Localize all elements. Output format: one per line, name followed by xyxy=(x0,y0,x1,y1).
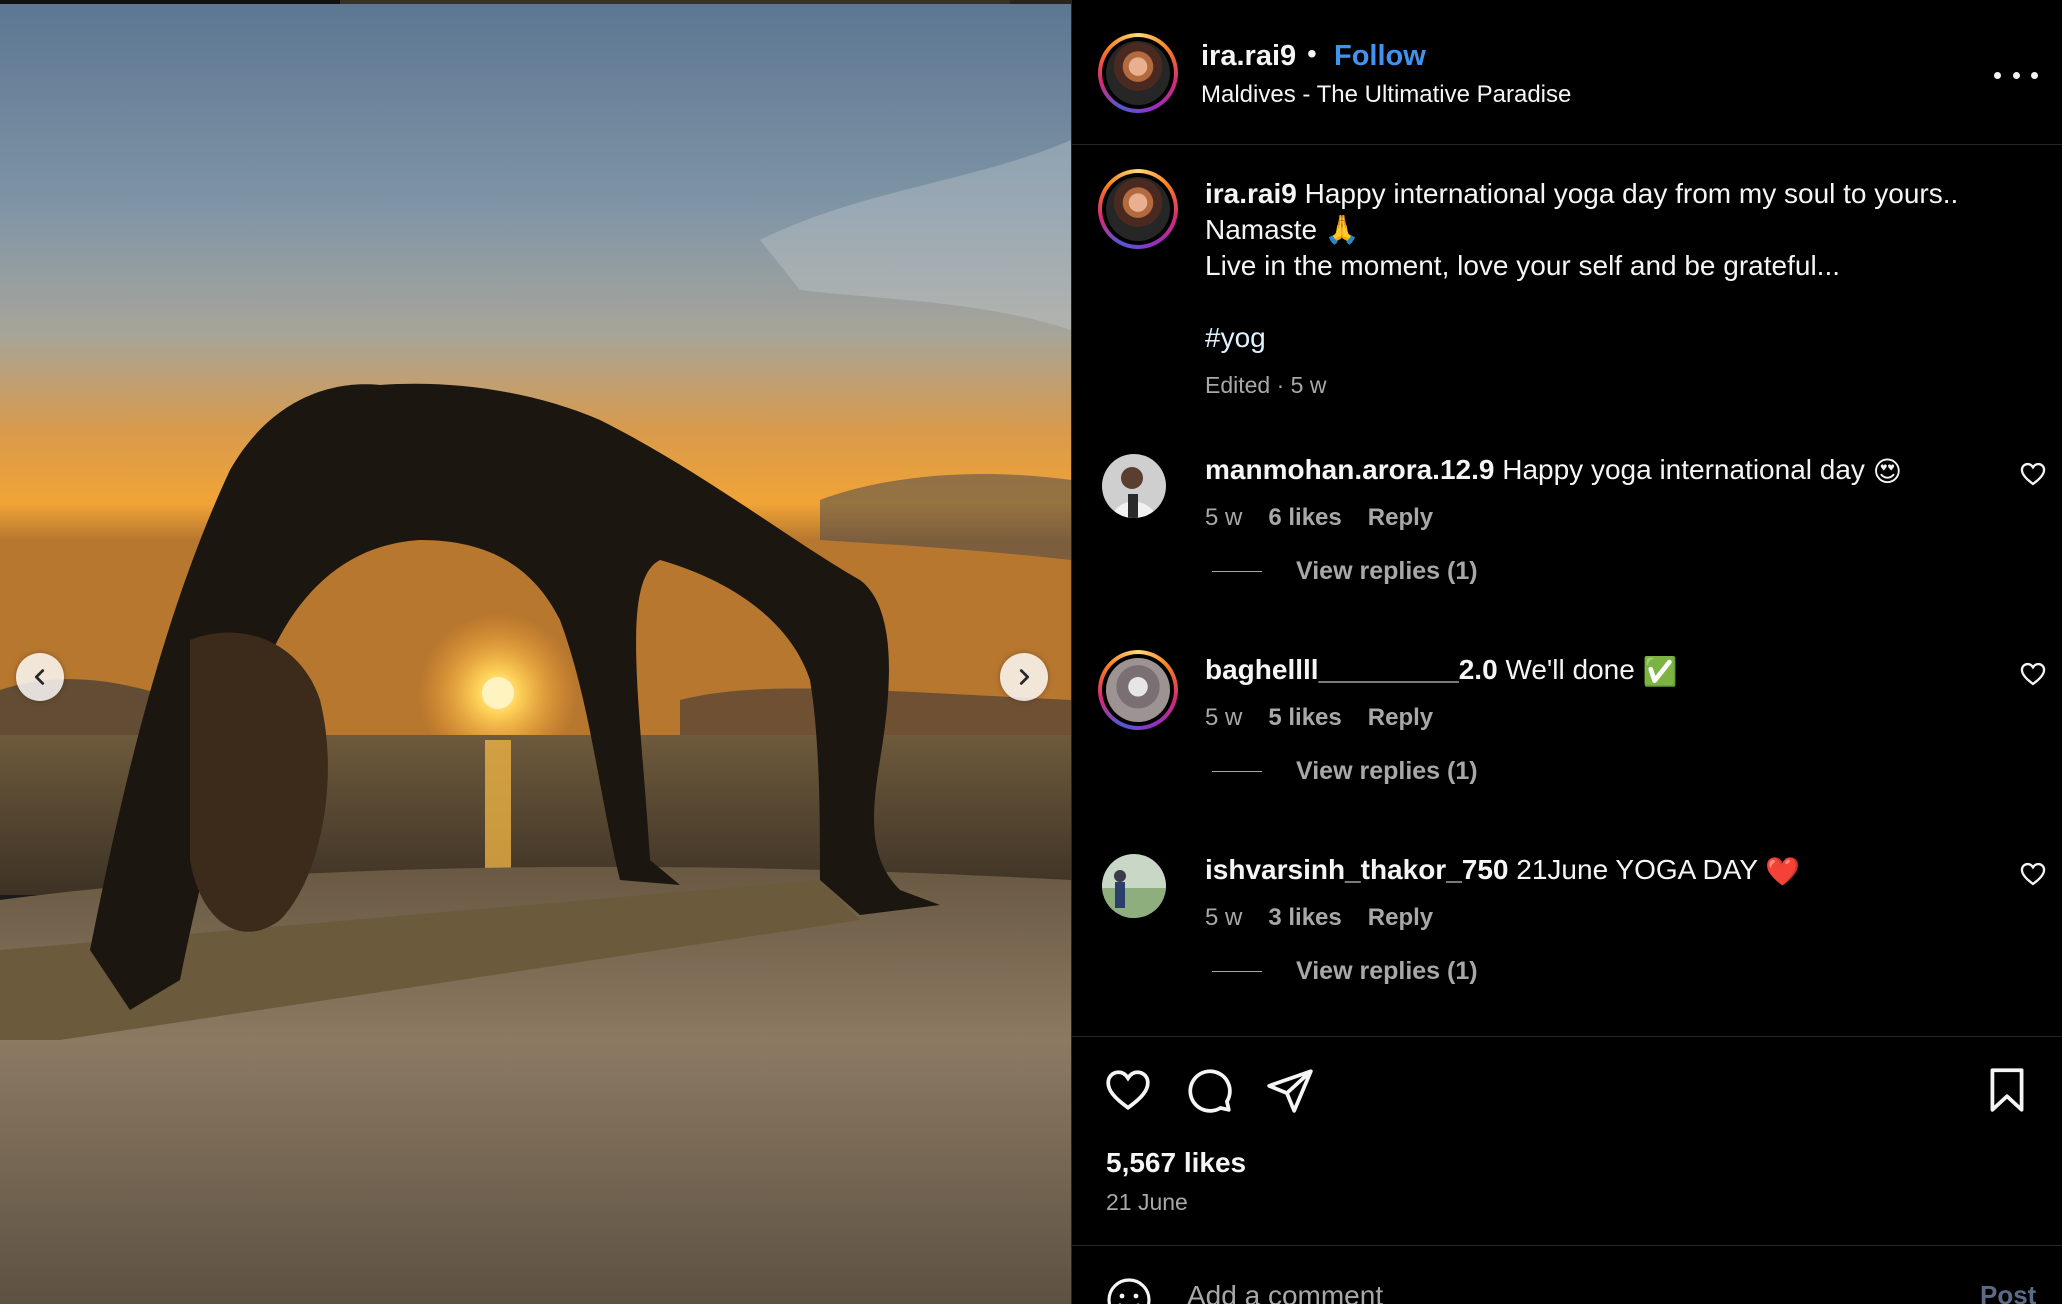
post-date: 21 June xyxy=(1106,1189,1188,1215)
author-avatar[interactable] xyxy=(1098,33,1178,113)
replies-divider-line xyxy=(1212,771,1262,772)
more-options-icon[interactable] xyxy=(1994,60,2038,90)
smiley-icon[interactable] xyxy=(1105,1276,1153,1304)
post-header: ira.rai9 • Follow Maldives - The Ultimat… xyxy=(1072,0,2062,145)
comment-likes[interactable]: 5 likes xyxy=(1268,704,1341,732)
view-replies-button[interactable]: View replies (1) xyxy=(1212,957,1478,986)
post-comment-button[interactable]: Post xyxy=(1980,1280,2036,1304)
comment-like-heart-icon[interactable] xyxy=(2019,860,2047,888)
comment-meta: 5 w 6 likes Reply xyxy=(1205,504,1433,532)
caption-line-3: Live in the moment, love your self and b… xyxy=(1205,250,1841,281)
previous-photo-button[interactable] xyxy=(16,653,64,701)
red-heart-emoji: ❤️ xyxy=(1765,855,1801,887)
commenter-avatar[interactable] xyxy=(1098,650,1178,730)
post-media xyxy=(0,0,1071,1304)
caption-username[interactable]: ira.rai9 xyxy=(1205,178,1297,209)
post-modal: ira.rai9 • Follow Maldives - The Ultimat… xyxy=(0,0,2062,1304)
view-replies-label: View replies (1) xyxy=(1296,757,1478,785)
comment-like-heart-icon[interactable] xyxy=(2019,660,2047,688)
commenter-avatar[interactable] xyxy=(1102,454,1166,518)
comment-meta: 5 w 3 likes Reply xyxy=(1205,904,1433,932)
comment-input[interactable] xyxy=(1187,1276,1887,1304)
view-replies-button[interactable]: View replies (1) xyxy=(1212,557,1478,586)
caption-hashtag[interactable]: #yog xyxy=(1205,320,2025,356)
follow-button[interactable]: Follow xyxy=(1334,40,1426,73)
comment-icon[interactable] xyxy=(1184,1065,1234,1115)
next-photo-button[interactable] xyxy=(1000,653,1048,701)
comment-text: baghellll_________2.0 We'll done ✅ xyxy=(1205,652,1677,690)
comment-like-heart-icon[interactable] xyxy=(2019,460,2047,488)
comment-item: ishvarsinh_thakor_750 21June YOGA DAY ❤️… xyxy=(1072,832,2062,1032)
separator-dot: • xyxy=(1307,38,1317,69)
comment-body: We'll done xyxy=(1505,654,1635,685)
check-mark-emoji: ✅ xyxy=(1642,655,1678,687)
likes-count[interactable]: 5,567 likes xyxy=(1106,1147,1246,1179)
caption-line-1: Happy international yoga day from my sou… xyxy=(1304,178,1959,209)
caption-author-avatar[interactable] xyxy=(1098,169,1178,249)
commenter-avatar[interactable] xyxy=(1102,854,1166,918)
comment-body: Happy yoga international day xyxy=(1502,454,1865,485)
comment-item: manmohan.arora.12.9 Happy yoga internati… xyxy=(1072,432,2062,632)
comment-reply-button[interactable]: Reply xyxy=(1368,504,1433,532)
comment-reply-button[interactable]: Reply xyxy=(1368,704,1433,732)
post-photo xyxy=(0,0,1071,1304)
send-icon[interactable] xyxy=(1265,1065,1315,1115)
view-replies-label: View replies (1) xyxy=(1296,957,1478,985)
post-side-panel: ira.rai9 • Follow Maldives - The Ultimat… xyxy=(1071,0,2062,1304)
comment-time: 5 w xyxy=(1205,704,1243,731)
replies-divider-line xyxy=(1212,571,1262,572)
replies-divider-line xyxy=(1212,971,1262,972)
comment-text: manmohan.arora.12.9 Happy yoga internati… xyxy=(1205,452,1902,490)
view-replies-label: View replies (1) xyxy=(1296,557,1478,585)
comment-username[interactable]: ishvarsinh_thakor_750 xyxy=(1205,854,1509,885)
comment-item: baghellll_________2.0 We'll done ✅ 5 w 5… xyxy=(1072,632,2062,832)
comment-time: 5 w xyxy=(1205,904,1243,931)
comment-time: 5 w xyxy=(1205,504,1243,531)
comment-body: 21June YOGA DAY xyxy=(1516,854,1758,885)
view-replies-button[interactable]: View replies (1) xyxy=(1212,757,1478,786)
comment-reply-button[interactable]: Reply xyxy=(1368,904,1433,932)
comment-username[interactable]: manmohan.arora.12.9 xyxy=(1205,454,1494,485)
bookmark-icon[interactable] xyxy=(1982,1065,2032,1115)
comment-likes[interactable]: 3 likes xyxy=(1268,904,1341,932)
comment-text: ishvarsinh_thakor_750 21June YOGA DAY ❤️ xyxy=(1205,852,1800,890)
caption-line-2: Namaste 🙏 xyxy=(1205,214,1360,245)
heart-icon[interactable] xyxy=(1103,1065,1153,1115)
chevron-right-icon xyxy=(1019,669,1030,685)
author-username[interactable]: ira.rai9 xyxy=(1201,40,1296,73)
post-location[interactable]: Maldives - The Ultimative Paradise xyxy=(1201,81,1571,109)
heart-eyes-emoji: 😍 xyxy=(1872,455,1902,487)
chevron-left-icon xyxy=(34,669,45,685)
comment-meta: 5 w 5 likes Reply xyxy=(1205,704,1433,732)
add-comment-bar: Post xyxy=(1072,1245,2062,1304)
caption-text: ira.rai9 Happy international yoga day fr… xyxy=(1205,176,2025,356)
caption-meta: Edited · 5 w xyxy=(1205,372,1327,398)
comment-likes[interactable]: 6 likes xyxy=(1268,504,1341,532)
comment-username[interactable]: baghellll_________2.0 xyxy=(1205,654,1498,685)
post-actions: 5,567 likes 21 June xyxy=(1072,1036,2062,1246)
